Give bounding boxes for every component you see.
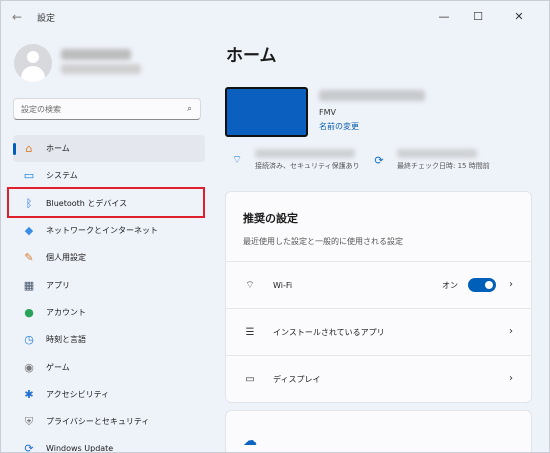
- status-wifi-text: 接続済み、セキュリティ保護あり: [255, 162, 360, 170]
- wifi-icon: ⌔: [245, 279, 255, 291]
- sidebar-item-personalize[interactable]: ✎ 個人用設定: [13, 244, 205, 271]
- sidebar-item-windows-update[interactable]: ⟳ Windows Update: [13, 435, 205, 453]
- sidebar-item-privacy-shield[interactable]: ⛨ プライバシーとセキュリティ: [13, 408, 205, 435]
- sidebar-item-label: システム: [46, 171, 78, 181]
- system-icon: ▭: [23, 169, 35, 183]
- chevron-right-icon[interactable]: ›: [509, 326, 513, 337]
- display-icon: ▭: [245, 373, 255, 385]
- sidebar-item-system[interactable]: ▭ システム: [13, 162, 205, 189]
- home-icon: ⌂: [25, 142, 33, 156]
- privacy-shield-icon: ⛨: [24, 414, 34, 428]
- minimize-button[interactable]: —: [429, 5, 459, 27]
- row-display-label: ディスプレイ: [273, 374, 321, 384]
- chevron-right-icon[interactable]: ›: [509, 373, 513, 384]
- update-sync-icon: ⟳: [374, 153, 384, 167]
- status-network-name-redacted: [255, 149, 355, 158]
- user-email-redacted: [61, 64, 141, 74]
- search-icon[interactable]: ⌕: [187, 104, 192, 114]
- sidebar-item-home[interactable]: ⌂ ホーム: [13, 135, 205, 163]
- installed-apps-icon: ☰: [245, 326, 255, 338]
- device-name-redacted: [319, 90, 425, 101]
- sidebar-item-label: アクセシビリティ: [46, 389, 110, 399]
- row-installed-apps[interactable]: ☰ インストールされているアプリ ›: [226, 309, 531, 356]
- maximize-button[interactable]: ☐: [463, 5, 493, 27]
- sidebar-item-game[interactable]: ◉ ゲーム: [13, 353, 205, 380]
- personalize-icon: ✎: [24, 251, 34, 265]
- sidebar-item-apps[interactable]: ▦ アプリ: [13, 271, 205, 298]
- row-wifi[interactable]: ⌔ Wi-Fi オン ›: [226, 262, 531, 309]
- sidebar-item-label: ゲーム: [46, 362, 70, 372]
- time-language-icon: ◷: [24, 333, 34, 347]
- row-wifi-label: Wi-Fi: [273, 280, 293, 290]
- avatar-body: [21, 66, 45, 82]
- rename-link[interactable]: 名前の変更: [319, 121, 359, 132]
- app-title: 設定: [37, 14, 56, 24]
- wifi-toggle[interactable]: [468, 278, 496, 292]
- sidebar-item-accessibility[interactable]: ✱ アクセシビリティ: [13, 381, 205, 408]
- device-model: FMV: [319, 108, 336, 117]
- sidebar-item-time-language[interactable]: ◷ 時刻と言語: [13, 326, 205, 353]
- sidebar-item-label: プライバシーとセキュリティ: [46, 417, 150, 427]
- recommended-settings-card: 推奨の設定 最近使用した設定と一般的に使用される設定 ⌔ Wi-Fi オン › …: [225, 191, 532, 403]
- sidebar-item-label: ネットワークとインターネット: [46, 226, 158, 236]
- card-title: 推奨の設定: [243, 212, 298, 225]
- search-box[interactable]: ⌕: [13, 98, 201, 120]
- highlight-annotation-box: [7, 187, 205, 218]
- sidebar-item-label: アカウント: [46, 307, 86, 317]
- row-installed-apps-label: インストールされているアプリ: [273, 327, 385, 337]
- page-title: ホーム: [226, 46, 277, 66]
- accessibility-icon: ✱: [24, 387, 34, 401]
- user-name-redacted: [61, 49, 131, 60]
- onedrive-card[interactable]: ☁: [225, 410, 532, 452]
- wifi-toggle-label: オン: [442, 281, 458, 290]
- sidebar-item-label: ホーム: [46, 144, 70, 154]
- chevron-right-icon[interactable]: ›: [509, 279, 513, 290]
- windows-update-icon: ⟳: [24, 442, 34, 453]
- avatar[interactable]: [14, 44, 52, 82]
- apps-icon: ▦: [23, 278, 35, 292]
- sidebar: ⌂ ホーム ▭ システム ᛒ Bluetooth とデバイス ◆ ネットワークとインターネット…: [13, 135, 205, 453]
- sidebar-item-label: 時刻と言語: [46, 335, 86, 345]
- wifi-icon: ⌔: [231, 153, 243, 166]
- back-arrow-icon[interactable]: ←: [7, 8, 27, 26]
- account-icon: ●: [24, 305, 34, 319]
- active-indicator: [13, 143, 16, 155]
- onedrive-cloud-icon: ☁: [243, 433, 257, 449]
- sidebar-item-account[interactable]: ● アカウント: [13, 299, 205, 326]
- card-subtitle: 最近使用した設定と一般的に使用される設定: [243, 237, 403, 246]
- settings-window: ← 設定 — ☐ ✕ ⌕ ⌂ホーム▭システムᛒBluetooth とデバイス◆ネ…: [0, 0, 550, 453]
- sidebar-item-network[interactable]: ◆ ネットワークとインターネット: [13, 217, 205, 244]
- row-display[interactable]: ▭ ディスプレイ ›: [226, 356, 531, 402]
- close-button[interactable]: ✕: [504, 5, 534, 27]
- game-icon: ◉: [24, 360, 34, 374]
- search-input[interactable]: [21, 104, 181, 114]
- status-update-title-redacted: [397, 149, 477, 158]
- card-header: 推奨の設定 最近使用した設定と一般的に使用される設定: [226, 192, 531, 262]
- sidebar-item-label: アプリ: [46, 280, 70, 290]
- device-thumbnail: [225, 87, 308, 137]
- status-update-text: 最終チェック日時: 15 時間前: [397, 162, 490, 170]
- sidebar-item-label: Windows Update: [46, 444, 114, 453]
- toggle-knob: [485, 281, 493, 289]
- sidebar-item-label: 個人用設定: [46, 253, 86, 263]
- avatar-head: [27, 51, 39, 63]
- title-bar: ← 設定 — ☐ ✕: [1, 1, 549, 33]
- network-icon: ◆: [24, 224, 34, 238]
